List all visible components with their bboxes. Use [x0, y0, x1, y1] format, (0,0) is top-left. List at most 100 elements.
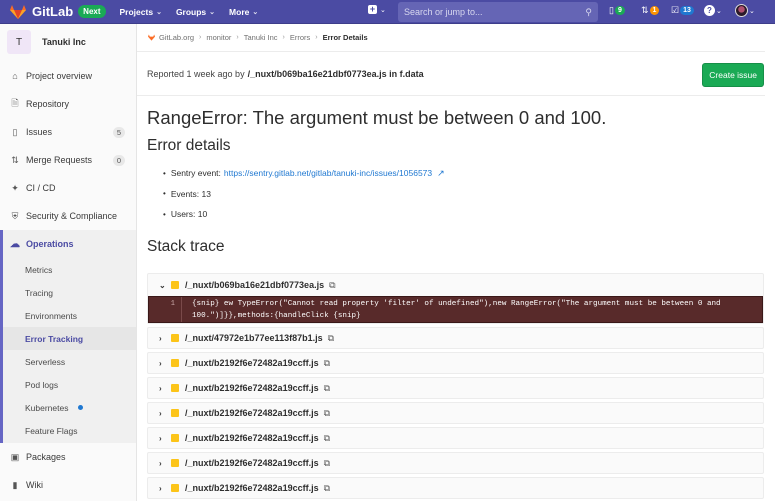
merge-requests-shortcut[interactable]: ⇅ 1 [641, 5, 660, 16]
merge-requests-count: 1 [649, 6, 660, 15]
stack-frame[interactable]: › /_nuxt/b2192f6e72482a19ccff.js ⧉ [147, 352, 764, 374]
stack-frame-filename: /_nuxt/b069ba16e21dbf0773ea.js [185, 280, 325, 290]
stack-frame[interactable]: › /_nuxt/b2192f6e72482a19ccff.js ⧉ [147, 427, 764, 449]
copy-icon[interactable]: ⧉ [329, 280, 335, 291]
copy-icon[interactable]: ⧉ [328, 333, 334, 344]
stack-trace: ⌄ /_nuxt/b069ba16e21dbf0773ea.js ⧉ 1 {sn… [147, 273, 764, 502]
line-number: 1 [149, 297, 182, 322]
home-icon: ⌂ [12, 71, 18, 81]
sidebar-item-project-overview[interactable]: ⌂ Project overview [0, 62, 136, 90]
copy-icon[interactable]: ⧉ [324, 358, 330, 369]
sidebar-subitem-label: Environments [25, 310, 77, 321]
gitlab-logo[interactable]: GitLab Next [10, 4, 106, 19]
sidebar-item-label: Issues [26, 127, 53, 137]
chevron-right-icon: › [199, 34, 202, 41]
sidebar-item-label: Merge Requests [26, 155, 93, 165]
nav-projects[interactable]: Projects ⌄ [120, 7, 162, 17]
main-content: GitLab.org › monitor › Tanuki Inc › Erro… [137, 24, 775, 499]
chevron-right-icon[interactable]: › [159, 484, 169, 493]
reported-prefix: Reported 1 week ago by [147, 68, 245, 79]
todos-shortcut[interactable]: ☑ 13 [671, 5, 694, 16]
sidebar-subitem-metrics[interactable]: Metrics [3, 258, 136, 281]
copy-icon[interactable]: ⧉ [324, 458, 330, 469]
sidebar-item-merge-requests[interactable]: ⇅ Merge Requests 0 [0, 146, 136, 174]
stack-frame[interactable]: › /_nuxt/47972e1b77ee113f87b1.js ⧉ [147, 327, 764, 349]
sidebar-item-label: Project overview [26, 71, 93, 81]
stack-frame-filename: /_nuxt/b2192f6e72482a19ccff.js [185, 408, 319, 418]
chevron-right-icon: › [236, 34, 239, 41]
copy-icon[interactable]: ⧉ [324, 483, 330, 494]
chevron-right-icon: › [282, 34, 285, 41]
sidebar-item-ci-cd[interactable]: ✦ CI / CD [0, 174, 136, 202]
breadcrumb-tanuki-inc[interactable]: Tanuki Inc [244, 33, 278, 42]
reported-line: Reported 1 week ago by /_nuxt/b069ba16e2… [137, 52, 765, 96]
stack-trace-heading: Stack trace [147, 237, 225, 255]
copy-icon[interactable]: ⧉ [324, 433, 330, 444]
chevron-right-icon[interactable]: › [159, 359, 169, 368]
user-avatar [735, 4, 748, 17]
plus-icon: + [368, 4, 377, 14]
stack-frame[interactable]: › /_nuxt/b2192f6e72482a19ccff.js ⧉ [147, 402, 764, 424]
chevron-right-icon[interactable]: › [159, 334, 169, 343]
issues-shortcut[interactable]: ▯ 9 [609, 5, 625, 16]
stack-frame-filename: /_nuxt/47972e1b77ee113f87b1.js [185, 333, 323, 343]
sidebar-subitem-environments[interactable]: Environments [3, 304, 136, 327]
nav-groups[interactable]: Groups ⌄ [176, 7, 215, 17]
stack-frame[interactable]: › /_nuxt/b2192f6e72482a19ccff.js ⧉ [147, 452, 764, 474]
breadcrumb-gitlab-org[interactable]: GitLab.org [159, 33, 194, 42]
sentry-event-link[interactable]: https://sentry.gitlab.net/gitlab/tanuki-… [224, 168, 432, 178]
chevron-right-icon[interactable]: › [159, 384, 169, 393]
sidebar-item-packages[interactable]: ▣ Packages [0, 443, 136, 471]
stack-frame-header[interactable]: ⌄ /_nuxt/b069ba16e21dbf0773ea.js ⧉ [148, 274, 763, 296]
sidebar-item-security-compliance[interactable]: ⛨ Security & Compliance [0, 202, 136, 230]
sidebar-item-wiki[interactable]: ▮ Wiki [0, 471, 136, 499]
breadcrumb-monitor[interactable]: monitor [206, 33, 231, 42]
nav-more[interactable]: More ⌄ [229, 7, 258, 17]
sidebar-subitem-label: Tracing [25, 287, 54, 298]
sidebar-subitem-tracing[interactable]: Tracing [3, 281, 136, 304]
sidebar-item-repository[interactable]: 🗎 Repository [0, 90, 136, 118]
js-file-icon [171, 434, 179, 442]
external-link-icon[interactable]: ↗ [437, 168, 445, 179]
sidebar-subitem-kubernetes[interactable]: Kubernetes [3, 396, 136, 419]
sidebar-subitem-error-tracking[interactable]: Error Tracking [3, 327, 136, 350]
search-icon: ⚲ [585, 6, 592, 17]
chevron-down-icon[interactable]: ⌄ [159, 281, 169, 290]
gitlab-org-icon [148, 34, 155, 41]
chevron-down-icon: ⌄ [209, 8, 216, 16]
sidebar-subitem-feature-flags[interactable]: Feature Flags [3, 419, 136, 443]
chevron-right-icon[interactable]: › [159, 409, 169, 418]
search-box[interactable]: ⚲ [398, 2, 598, 22]
cloud-gear-icon: ☁ [10, 238, 20, 250]
sidebar-subitem-pod-logs[interactable]: Pod logs [3, 373, 136, 396]
chevron-right-icon[interactable]: › [159, 459, 169, 468]
chevron-right-icon[interactable]: › [159, 434, 169, 443]
sidebar-project-header[interactable]: T Tanuki Inc [0, 24, 136, 60]
issues-icon: ▯ [609, 5, 614, 15]
stack-frame[interactable]: › /_nuxt/b2192f6e72482a19ccff.js ⧉ [147, 477, 764, 499]
sidebar-item-operations[interactable]: ☁ Operations [3, 230, 136, 258]
reported-source: /_nuxt/b069ba16e21dbf0773ea.js in f.data [247, 68, 424, 79]
sidebar-item-label: Wiki [26, 480, 43, 490]
sidebar-subitem-label: Metrics [25, 264, 53, 275]
copy-icon[interactable]: ⧉ [324, 383, 330, 394]
sidebar-item-issues[interactable]: ▯ Issues 5 [0, 118, 136, 146]
copy-icon[interactable]: ⧉ [324, 408, 330, 419]
issues-icon: ▯ [12, 126, 18, 137]
breadcrumb-errors[interactable]: Errors [290, 33, 310, 42]
merge-requests-count-badge: 0 [112, 154, 125, 166]
sidebar-subitem-serverless[interactable]: Serverless [3, 350, 136, 373]
doc-icon: 🗎 [11, 98, 19, 108]
sidebar-subitem-label: Serverless [25, 356, 66, 367]
stack-frame[interactable]: › /_nuxt/b2192f6e72482a19ccff.js ⧉ [147, 377, 764, 399]
help-dropdown[interactable]: ? ⌄ [704, 5, 722, 16]
create-issue-button[interactable]: Create issue [702, 63, 764, 87]
new-feature-dot [78, 405, 84, 410]
breadcrumb-error-details[interactable]: Error Details [323, 33, 368, 42]
new-dropdown-button[interactable]: + ⌄ [368, 5, 386, 14]
stack-frame-filename: /_nuxt/b2192f6e72482a19ccff.js [185, 483, 319, 493]
sidebar-subitem-label: Kubernetes [25, 402, 69, 413]
search-input[interactable] [404, 7, 586, 17]
user-menu[interactable]: ⌄ [735, 4, 755, 17]
help-icon: ? [704, 5, 715, 16]
